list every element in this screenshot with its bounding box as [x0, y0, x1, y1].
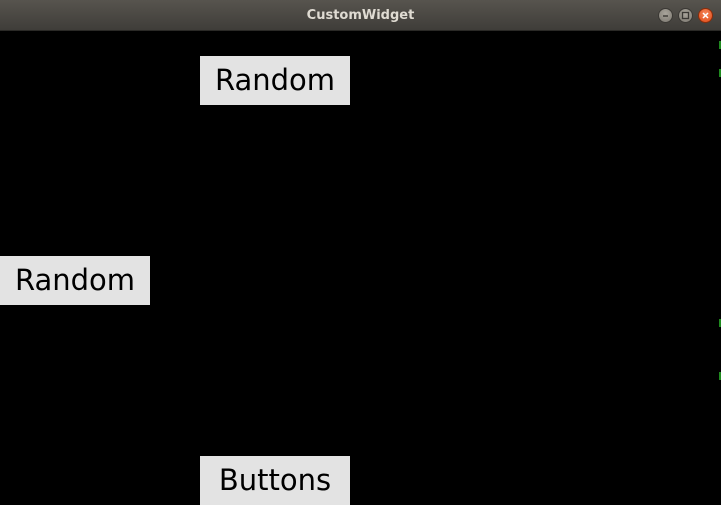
title-bar[interactable]: CustomWidget [0, 0, 721, 31]
close-button[interactable] [698, 8, 713, 23]
random-button-top[interactable]: Random [200, 56, 350, 105]
close-icon [702, 12, 709, 19]
minimize-icon [663, 15, 668, 17]
app-window: CustomWidget Random Random Buttons [0, 0, 721, 505]
minimize-button[interactable] [658, 8, 673, 23]
widget-canvas: Random Random Buttons [0, 31, 721, 505]
buttons-button[interactable]: Buttons [200, 456, 350, 505]
maximize-button[interactable] [678, 8, 693, 23]
random-button-left[interactable]: Random [0, 256, 150, 305]
window-title: CustomWidget [306, 8, 415, 23]
maximize-icon [681, 11, 690, 20]
